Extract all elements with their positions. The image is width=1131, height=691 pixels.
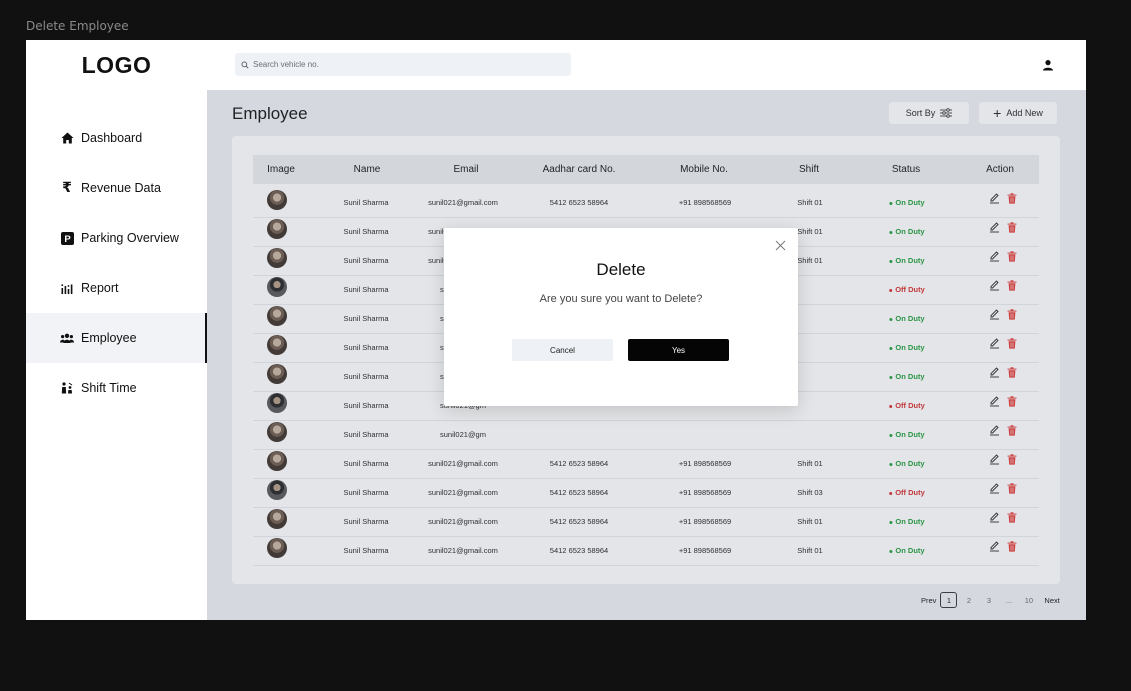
logo: LOGO xyxy=(81,52,152,78)
rupee-icon: ₹ xyxy=(62,180,72,196)
dialog-title: Delete xyxy=(596,260,646,279)
sidebar-item-label: Parking Overview xyxy=(81,231,179,245)
close-icon xyxy=(775,240,785,250)
user-icon xyxy=(1043,60,1053,71)
search-input[interactable] xyxy=(253,60,553,69)
sidebar-item-label: Revenue Data xyxy=(81,181,161,195)
confirm-delete-button[interactable]: Yes xyxy=(628,339,729,361)
sidebar: Dashboard ₹ Revenue Data P Parking Overview R… xyxy=(26,90,207,620)
home-icon xyxy=(60,131,74,145)
shift-time-icon xyxy=(60,381,74,395)
search-icon xyxy=(241,61,249,69)
sidebar-item-label: Report xyxy=(81,281,119,295)
top-bar: LOGO xyxy=(26,40,1086,90)
sidebar-item-label: Shift Time xyxy=(81,381,137,395)
svg-text:P: P xyxy=(64,234,71,245)
sidebar-item-parking-overview[interactable]: P Parking Overview xyxy=(26,213,207,263)
sidebar-item-employee[interactable]: Employee xyxy=(26,313,207,363)
search-bar[interactable] xyxy=(235,53,571,76)
sidebar-item-revenue-data[interactable]: ₹ Revenue Data xyxy=(26,163,207,213)
parking-icon: P xyxy=(60,231,74,245)
delete-confirm-dialog: Delete Are you sure you want to Delete? … xyxy=(444,228,798,406)
cancel-button[interactable]: Cancel xyxy=(512,339,613,361)
sidebar-item-label: Dashboard xyxy=(81,131,143,145)
close-button[interactable] xyxy=(773,238,787,252)
sidebar-item-dashboard[interactable]: Dashboard xyxy=(26,113,207,163)
sidebar-item-shift-time[interactable]: Shift Time xyxy=(26,363,207,413)
sidebar-item-label: Employee xyxy=(81,331,137,345)
sidebar-item-report[interactable]: Report xyxy=(26,263,207,313)
frame-title: Delete Employee xyxy=(26,19,129,33)
users-icon xyxy=(60,331,74,345)
report-icon xyxy=(60,281,74,295)
dialog-message: Are you sure you want to Delete? xyxy=(539,293,703,305)
user-avatar-button[interactable] xyxy=(1039,56,1057,74)
